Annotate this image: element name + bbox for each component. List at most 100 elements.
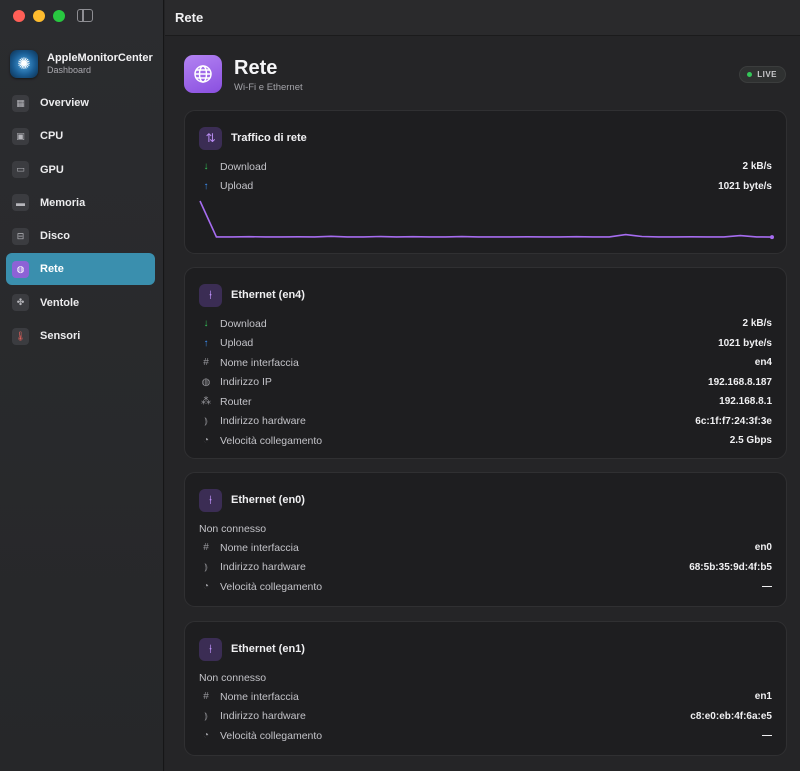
row-label: Indirizzo IP	[220, 376, 272, 389]
row-label: Upload	[220, 337, 254, 350]
ethernet-plug-icon: ⍿	[199, 637, 222, 661]
sidebar-item-rete[interactable]: ◍ Rete	[6, 253, 155, 286]
gauge-icon: ◔	[202, 730, 210, 742]
sidebar-item-memoria[interactable]: ▬ Memoria	[6, 187, 155, 219]
ethernet-plug-icon: ⍿	[199, 283, 222, 307]
sidebar-item-ventole[interactable]: ✤ Ventole	[6, 287, 155, 319]
sidebar-nav: ▦ Overview ▣ CPU ▭ GPU ▬ Memoria ⊟ Disco…	[6, 87, 155, 353]
list-item: ⁂ Router 192.168.8.1	[199, 392, 772, 412]
sidebar-item-cpu[interactable]: ▣ CPU	[6, 120, 155, 152]
row-label: Nome interfaccia	[220, 541, 299, 554]
disk-icon: ⊟	[12, 227, 29, 245]
hash-icon: #	[203, 542, 209, 554]
sidebar-item-label: Sensori	[40, 330, 81, 343]
sidebar-item-label: Disco	[40, 230, 70, 243]
row-value: —	[762, 730, 772, 742]
row-label: Indirizzo hardware	[220, 415, 306, 428]
sidebar: ✺ AppleMonitorCenter Dashboard ▦ Overvie…	[0, 0, 164, 771]
list-item: ◔ Velocità collegamento 2.5 Gbps	[199, 431, 772, 451]
app-logo-icon: ✺	[10, 50, 38, 78]
connection-status: Non connesso	[199, 671, 267, 684]
list-item: ⦆ Indirizzo hardware c8:e0:eb:4f:6a:e5	[199, 707, 772, 727]
gauge-icon: ◔	[202, 581, 210, 593]
row-value: 2 kB/s	[742, 318, 772, 330]
card-title: Ethernet (en4)	[231, 289, 305, 301]
arrow-down-icon: ↓	[203, 161, 209, 173]
hash-icon: #	[203, 691, 209, 703]
page-header: Rete Wi-Fi e Ethernet LIVE	[184, 55, 786, 95]
card-title: Ethernet (en0)	[231, 494, 305, 506]
fan-icon: ✤	[12, 294, 29, 312]
minimize-window-button[interactable]	[33, 10, 45, 22]
row-value: 192.168.8.187	[708, 376, 772, 388]
card-title: Ethernet (en1)	[231, 643, 305, 655]
card-title: Traffico di rete	[231, 132, 307, 144]
page-subtitle: Wi-Fi e Ethernet	[234, 82, 303, 93]
list-item: ↑ Upload 1021 byte/s	[199, 334, 773, 354]
page-title: Rete	[234, 57, 278, 79]
row-label: Velocità collegamento	[220, 729, 323, 742]
traffic-card: ⇅ Traffico di rete ↓ Download 2 kB/s ↑ U…	[184, 110, 787, 254]
list-item: ◔ Velocità collegamento —	[199, 726, 772, 746]
sidebar-item-label: Rete	[40, 263, 64, 276]
download-row: ↓ Download 2 kB/s	[199, 157, 773, 177]
sidebar-item-sensori[interactable]: 🌡 Sensori	[6, 320, 155, 352]
app-name: AppleMonitorCenter	[47, 52, 153, 64]
list-item: # Nome interfaccia en0	[199, 538, 772, 558]
row-label: Indirizzo hardware	[220, 561, 306, 574]
row-label: Indirizzo hardware	[220, 710, 306, 723]
ethernet-en4-card: ⍿ Ethernet (en4) ↓ Download 2 kB/s ↑ Upl…	[184, 267, 787, 459]
row-label: Download	[220, 317, 267, 330]
sidebar-item-label: Memoria	[40, 196, 86, 209]
connection-status: Non connesso	[199, 522, 267, 535]
row-value: 2 kB/s	[742, 161, 772, 173]
sidebar-item-label: Overview	[40, 97, 89, 109]
hash-icon: #	[203, 357, 209, 369]
row-value: c8:e0:eb:4f:6a:e5	[690, 710, 772, 722]
traffic-sparkline	[199, 200, 774, 240]
row-value: —	[762, 581, 772, 593]
close-window-button[interactable]	[13, 10, 25, 22]
ethernet-plug-icon: ⍿	[199, 488, 222, 512]
sidebar-item-label: Ventole	[40, 296, 80, 309]
sidebar-toggle-icon[interactable]	[77, 9, 93, 22]
ethernet-en0-card: ⍿ Ethernet (en0) Non connesso # Nome int…	[184, 472, 787, 607]
row-label: Nome interfaccia	[220, 690, 299, 703]
main-content: Rete Rete Wi-Fi e Ethernet LIVE ⇅ Traffi…	[165, 0, 800, 771]
arrow-up-icon: ↑	[203, 337, 209, 349]
row-label: Velocità collegamento	[220, 434, 323, 447]
list-item: ◔ Velocità collegamento —	[199, 577, 772, 597]
list-item: ↓ Download 2 kB/s	[199, 314, 773, 334]
row-value: en1	[754, 691, 772, 703]
ethernet-en1-card: ⍿ Ethernet (en1) Non connesso # Nome int…	[184, 621, 787, 756]
sidebar-item-label: GPU	[40, 163, 64, 176]
signal-waves-icon: ⦆	[204, 710, 208, 722]
display-icon: ▭	[12, 161, 29, 179]
signal-waves-icon: ⦆	[204, 561, 208, 573]
row-value: 68:5b:35:9d:4f:b5	[689, 561, 772, 573]
list-item: ⦆ Indirizzo hardware 68:5b:35:9d:4f:b5	[199, 558, 772, 578]
live-dot-icon	[747, 72, 753, 77]
window-controls	[13, 10, 65, 22]
globe-icon	[184, 55, 222, 93]
row-value: en0	[754, 542, 772, 554]
sidebar-item-overview[interactable]: ▦ Overview	[6, 87, 155, 119]
sparkline-last-point	[770, 235, 774, 240]
list-item: ◍ Indirizzo IP 192.168.8.187	[199, 373, 772, 393]
list-item: # Nome interfaccia en1	[199, 687, 772, 707]
row-value: 1021 byte/s	[718, 180, 772, 192]
thermometer-icon: 🌡	[12, 327, 29, 345]
row-value: en4	[754, 357, 772, 369]
list-item: # Nome interfaccia en4	[199, 353, 772, 373]
zoom-window-button[interactable]	[53, 10, 65, 22]
gauge-icon: ◔	[202, 435, 210, 447]
sidebar-item-disco[interactable]: ⊟ Disco	[6, 220, 155, 252]
sparkline-path	[199, 200, 774, 238]
row-label: Nome interfaccia	[220, 356, 299, 369]
upload-row: ↑ Upload 1021 byte/s	[199, 177, 773, 197]
globe-icon: ◍	[12, 260, 29, 278]
row-value: 2.5 Gbps	[729, 435, 772, 447]
globe-icon: ◍	[201, 376, 211, 388]
live-badge: LIVE	[739, 66, 786, 83]
sidebar-item-gpu[interactable]: ▭ GPU	[6, 154, 155, 186]
